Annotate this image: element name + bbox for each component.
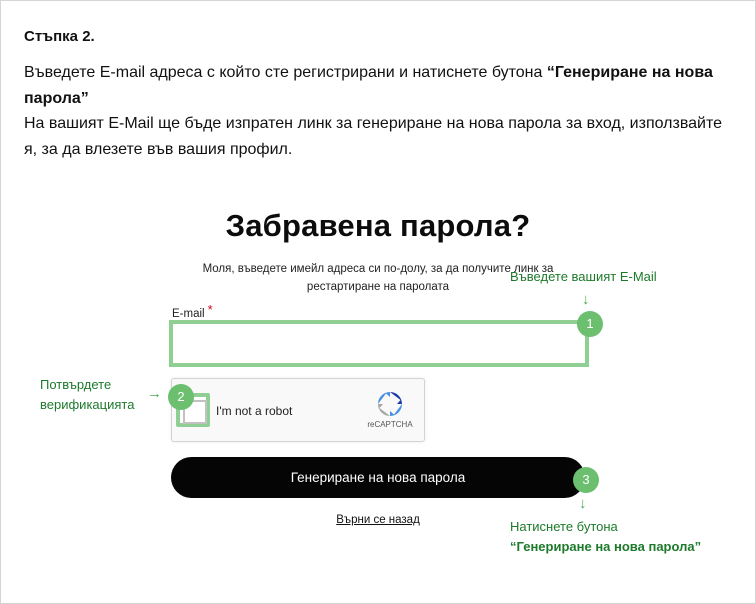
email-label-text: E-mail	[172, 308, 205, 320]
arrow-down-icon: ↓	[579, 495, 587, 512]
annotation-step3-text: Натиснете бутона	[510, 519, 618, 534]
required-mark: *	[207, 302, 213, 317]
recaptcha-icon	[378, 392, 402, 416]
instructions-line2: На вашият E-Mail ще бъде изпратен линк з…	[24, 115, 723, 158]
recaptcha-widget: I'm not a robot reCAPTCHA	[171, 378, 425, 442]
email-field[interactable]	[169, 320, 589, 367]
arrow-right-icon: →	[147, 385, 162, 402]
generate-password-button[interactable]: Генериране на нова парола	[171, 457, 585, 498]
step-title: Стъпка 2.	[24, 28, 95, 45]
email-label: E-mail *	[172, 302, 213, 320]
arrow-down-icon: ↓	[582, 291, 590, 308]
page-title: Забравена парола?	[225, 208, 531, 243]
annotation-step2-text: Потвърдете верификацията	[40, 377, 135, 412]
instructions-line1: Въведете E-mail адреса с който сте регис…	[24, 64, 547, 81]
recaptcha-label: I'm not a robot	[216, 404, 293, 418]
step3-badge: 3	[573, 467, 599, 493]
annotation-step3: Натиснете бутона “Генериране на нова пар…	[510, 517, 701, 557]
recaptcha-brand: reCAPTCHA	[367, 420, 413, 429]
step2-badge: 2	[168, 384, 194, 410]
instructions: Въведете E-mail адреса с който сте регис…	[24, 60, 739, 162]
step1-badge: 1	[577, 311, 603, 337]
annotation-step3-button-name: “Генериране на нова парола”	[510, 539, 702, 554]
annotation-step1-text: Въведете вашият E-Mail	[510, 269, 657, 284]
